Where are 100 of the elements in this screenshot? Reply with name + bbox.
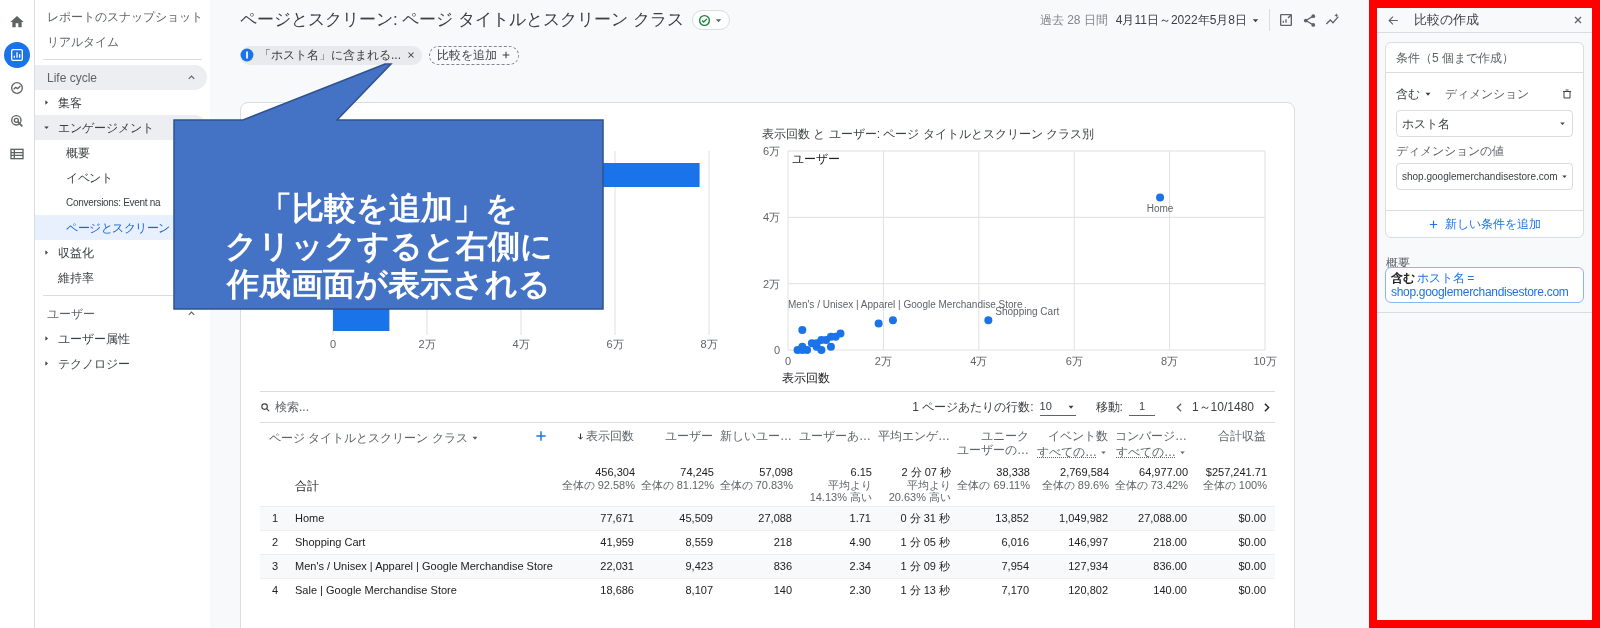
dropdown-select[interactable]: shop.googlemerchandisestore.com [1396,163,1573,190]
table-cell: Shopping Cart [295,536,366,549]
column-header[interactable]: 平均エンゲ… [878,429,950,443]
table-cell-text: 218 [773,535,792,551]
trend-circle-icon [9,80,25,96]
go-to-input[interactable]: 1 [1128,398,1155,416]
edit-chart-icon[interactable] [1278,12,1294,28]
list-icon [9,146,25,162]
status-dropdown[interactable] [691,10,730,30]
nav-item[interactable]: 集客 [35,90,207,115]
table-cell-text: 9,423 [685,559,713,575]
data-point [798,326,807,335]
column-filter-dropdown[interactable]: すべての… [1116,443,1187,461]
axis-tick-label: 2万 [762,277,780,290]
total-value: 57,098 [759,466,793,479]
panel-title: 比較の作成 [1414,11,1480,30]
data-point [874,319,883,328]
column-filter-dropdown[interactable]: すべての… [1037,443,1108,461]
table-cell-text: 1,049,982 [1059,511,1108,527]
data-point [836,329,845,338]
total-note: 20.63% 高い [888,491,951,503]
column-header[interactable]: ページ タイトルとスクリーン クラス [269,429,480,447]
data-point [888,316,897,325]
column-header[interactable]: 表示回数 [576,429,634,443]
nav-link[interactable]: リアルタイム [47,32,119,51]
nav-item[interactable]: イベント [35,165,207,190]
total-note: 全体の 70.83% [719,479,793,491]
table-cell-text: 7,170 [1001,583,1029,599]
table-cell-text: 6,016 [1001,535,1029,551]
search-field[interactable]: 検索... [275,398,560,416]
data-point [826,342,835,351]
nav-item[interactable]: 概要 [35,140,207,165]
dimension-label: ディメンション [1445,86,1530,103]
axis-tick-label: 6万 [606,338,624,350]
table-cell-text: 41,959 [600,535,634,551]
table-cell-text: 146,997 [1068,535,1108,551]
axis-tick-label: 8万 [700,338,718,350]
section-header[interactable]: Life cycle [35,65,207,90]
date-preset-label: 過去 28 日間 [1039,12,1108,29]
total-value: 456,304 [595,466,635,479]
point-label: Home [1146,203,1174,215]
column-header[interactable]: ユーザーあ… [799,429,871,443]
nav-item[interactable]: ユーザー属性 [35,326,207,351]
nav-item[interactable]: 維持率 [35,265,207,290]
filter-chip[interactable]: 「ホスト名」に含まれる... [240,45,422,65]
page-title: ページとスクリーン: ページ タイトルとスクリーン クラス [240,9,684,32]
column-header[interactable]: コンバージ… [1115,429,1187,443]
trash-icon[interactable] [1561,88,1573,100]
column-header[interactable]: 合計収益 [1218,429,1266,443]
table-cell-text: 77,671 [600,511,634,527]
axis-tick-label: 0 [329,338,337,350]
plus-icon [1428,218,1439,230]
card-title: 条件（5 個まで作成） [1396,49,1514,67]
plus-icon[interactable] [534,429,548,443]
total-value: 2,769,584 [1060,466,1109,479]
row-number: 3 [271,559,279,575]
dropdown-select[interactable]: ホスト名 [1396,110,1573,137]
callout-text: 「比較を追加」を クリックすると右側に 作成画面が表示される [224,189,553,303]
share-icon[interactable] [1302,12,1317,28]
nav-rail-button[interactable] [4,42,30,68]
axis-tick-label: 0 [784,355,792,367]
section-header[interactable]: ユーザー [35,301,207,326]
table-cell-text: 218.00 [1153,535,1187,551]
caret-right-icon [42,248,51,257]
total-note: 全体の 69.11% [957,479,1030,491]
column-header[interactable]: 新しいユー… [720,429,792,443]
total-note: 平均より [828,479,872,491]
nav-link[interactable]: レポートのスナップショット [47,7,203,26]
table-cell-text: 13,852 [995,511,1029,527]
caret-down-icon [42,123,51,132]
caret-right-icon [42,334,51,343]
close-icon[interactable] [1572,14,1584,26]
total-note: 全体の 89.6% [1041,479,1109,491]
table-cell-text: $0.00 [1238,535,1266,551]
search-icon [260,401,271,413]
table-cell-text: $0.00 [1238,583,1266,599]
comparison-dot-icon [240,48,254,62]
date-range-dropdown[interactable]: 4月11日～2022年5月8日 [1115,11,1261,29]
operator-dropdown[interactable]: 含む [1396,85,1433,103]
rows-per-page-select[interactable]: 10 [1039,398,1076,416]
nav-item[interactable]: テクノロジー [35,351,207,376]
column-header[interactable]: ユニーク ユーザーの… [957,429,1029,457]
home-icon [9,14,25,30]
axis-tick-label: 2万 [874,355,892,367]
summary-text: 含む ホスト名 = shop.googlemerchandisestore.com [1391,271,1570,299]
axis-tick-label: 2万 [418,338,436,350]
nav-item[interactable]: Conversions: Event na [35,190,207,215]
total-note: 全体の 81.12% [640,479,714,491]
back-arrow-icon[interactable] [1387,13,1400,27]
column-header[interactable]: ユーザー [665,429,713,443]
table-cell-text: 27,088 [758,511,792,527]
total-note: 14.13% 高い [809,491,872,503]
add-condition-button[interactable]: 新しい条件を追加 [1428,215,1541,233]
nav-item[interactable]: 収益化 [35,240,207,265]
close-icon[interactable] [406,50,416,60]
table-cell: Home [295,512,325,525]
sort-down-arrow-icon [576,432,585,441]
column-header[interactable]: イベント数 [1048,429,1108,443]
caret-right-icon [42,359,51,368]
total-label: 合計 [295,478,319,495]
